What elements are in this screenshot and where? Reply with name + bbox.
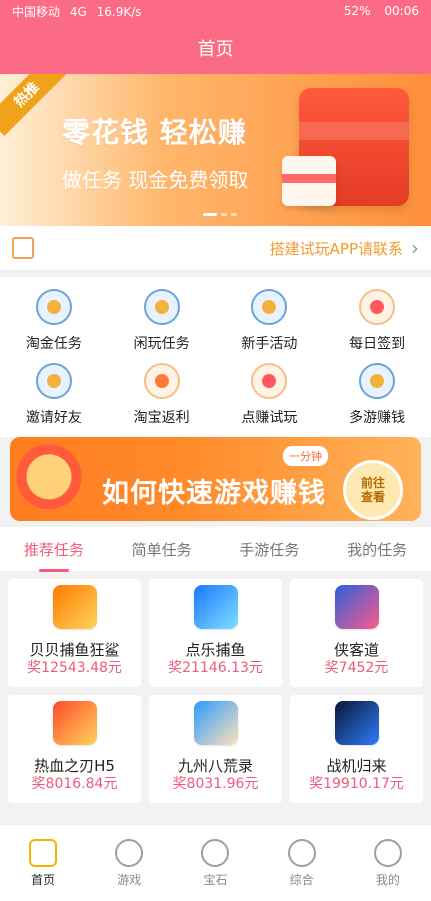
task-grid: 贝贝捕鱼狂鲨 奖12543.48元 点乐捕鱼 奖21146.13元 侠客道 奖7… [0, 571, 431, 811]
nav-me[interactable]: 我的 [348, 838, 428, 888]
network-text: 4G [69, 4, 87, 19]
home-icon [29, 838, 58, 867]
cat-icon [287, 838, 316, 867]
carrier-text: 中国移动 [12, 4, 61, 19]
nav-label: 游戏 [117, 872, 142, 887]
nav-label: 首页 [31, 872, 56, 887]
game-icon [193, 585, 238, 629]
task-card[interactable]: 贝贝捕鱼狂鲨 奖12543.48元 [8, 579, 141, 687]
speed-text: 16.9K/s [96, 4, 142, 19]
battery-text: 52% [343, 4, 371, 18]
promo-title: 如何快速游戏赚钱 [102, 478, 326, 509]
promo-go-button[interactable]: 前往 查看 [343, 460, 403, 520]
speaker-icon [12, 237, 34, 259]
tab-mobile-games[interactable]: 手游任务 [239, 527, 299, 572]
trial-icon [251, 363, 288, 399]
banner-subline: 做任务 现金免费领取 [62, 168, 249, 192]
gift-box-icon [282, 156, 336, 206]
user-icon [373, 838, 402, 867]
nav-label: 我的 [375, 872, 400, 887]
chevron-right-icon[interactable]: › [411, 236, 419, 260]
carousel-dots [203, 213, 237, 216]
status-bar: 中国移动 4G 16.9K/s 52% 00:06 [0, 0, 431, 22]
game-icon [193, 701, 238, 745]
task-card[interactable]: 九州八荒录 奖8031.96元 [149, 695, 282, 803]
nav-games[interactable]: 游戏 [89, 838, 169, 888]
tab-my-tasks[interactable]: 我的任务 [347, 527, 407, 572]
quick-label: 新手活动 [241, 336, 298, 352]
smile-icon [201, 838, 230, 867]
quick-label: 每日签到 [349, 336, 406, 352]
task-tabs: 推荐任务 简单任务 手游任务 我的任务 [0, 527, 431, 571]
notice-text: 搭建试玩APP请联系 [269, 239, 403, 258]
tab-simple[interactable]: 简单任务 [132, 527, 192, 572]
game-icon [52, 701, 97, 745]
hot-tag: 热推 [0, 74, 69, 137]
page-title: 首页 [0, 22, 431, 74]
promo-button-label: 前往 查看 [360, 476, 385, 504]
nav-gems[interactable]: 宝石 [175, 838, 255, 888]
task-card[interactable]: 侠客道 奖7452元 [290, 579, 423, 687]
task-reward: 奖21146.13元 [168, 660, 263, 676]
quick-item-multi-game[interactable]: 多游赚钱 [329, 363, 425, 427]
tab-recommended[interactable]: 推荐任务 [24, 527, 84, 572]
task-reward: 奖7452元 [324, 660, 389, 676]
planet-icon [115, 838, 144, 867]
task-card[interactable]: 战机归来 奖19910.17元 [290, 695, 423, 803]
hero-banner[interactable]: 热推 零花钱 轻松赚 做任务 现金免费领取 [0, 74, 431, 226]
quick-item-taobao-rebate[interactable]: 淘宝返利 [114, 363, 210, 427]
promo-badge: 一分钟 [283, 446, 328, 466]
quick-label: 点赚试玩 [241, 410, 298, 426]
promo-banner[interactable]: 一分钟 如何快速游戏赚钱 前往 查看 [10, 437, 421, 521]
game-icon [52, 585, 97, 629]
bottom-nav: 首页 游戏 宝石 综合 我的 [0, 824, 431, 901]
time-text: 00:06 [384, 4, 419, 18]
quick-item-casual-task[interactable]: 闲玩任务 [114, 289, 210, 353]
multi-game-icon [359, 363, 396, 399]
notice-bar[interactable]: 搭建试玩APP请联系 › [0, 226, 431, 271]
quick-item-invite[interactable]: 邀请好友 [6, 363, 102, 427]
quick-label: 邀请好友 [25, 410, 82, 426]
game-icon [334, 585, 379, 629]
quick-label: 闲玩任务 [133, 336, 190, 352]
nav-label: 综合 [289, 872, 314, 887]
quick-row-2: 邀请好友 淘宝返利 点赚试玩 多游赚钱 [0, 363, 431, 437]
task-reward: 奖12543.48元 [27, 660, 122, 676]
gold-task-icon [35, 289, 72, 325]
nav-label: 宝石 [203, 872, 228, 887]
nav-home[interactable]: 首页 [3, 838, 83, 888]
quick-item-newbie[interactable]: 新手活动 [221, 289, 317, 353]
newbie-icon [251, 289, 288, 325]
task-reward: 奖19910.17元 [309, 776, 404, 792]
quick-item-trial[interactable]: 点赚试玩 [221, 363, 317, 427]
quick-item-gold-task[interactable]: 淘金任务 [6, 289, 102, 353]
page-title-text: 首页 [197, 39, 234, 60]
task-card[interactable]: 点乐捕鱼 奖21146.13元 [149, 579, 282, 687]
quick-label: 淘宝返利 [133, 410, 190, 426]
checkin-icon [359, 289, 396, 325]
quick-row-1: 淘金任务 闲玩任务 新手活动 每日签到 [0, 289, 431, 363]
quick-item-checkin[interactable]: 每日签到 [329, 289, 425, 353]
status-right: 52% 00:06 [344, 4, 419, 18]
lion-dance-icon [10, 439, 94, 521]
task-reward: 奖8031.96元 [172, 776, 259, 792]
quick-label: 淘金任务 [25, 336, 82, 352]
taobao-rebate-icon [143, 363, 180, 399]
quick-actions: 淘金任务 闲玩任务 新手活动 每日签到 邀请好友 淘宝返利 点赚试玩 多游赚钱 [0, 277, 431, 437]
casual-task-icon [143, 289, 180, 325]
game-icon [334, 701, 379, 745]
invite-icon [35, 363, 72, 399]
status-left: 中国移动 4G 16.9K/s [12, 3, 142, 20]
nav-general[interactable]: 综合 [262, 838, 342, 888]
task-card[interactable]: 热血之刃H5 奖8016.84元 [8, 695, 141, 803]
banner-headline: 零花钱 轻松赚 [62, 116, 247, 149]
quick-label: 多游赚钱 [349, 410, 406, 426]
task-reward: 奖8016.84元 [31, 776, 118, 792]
